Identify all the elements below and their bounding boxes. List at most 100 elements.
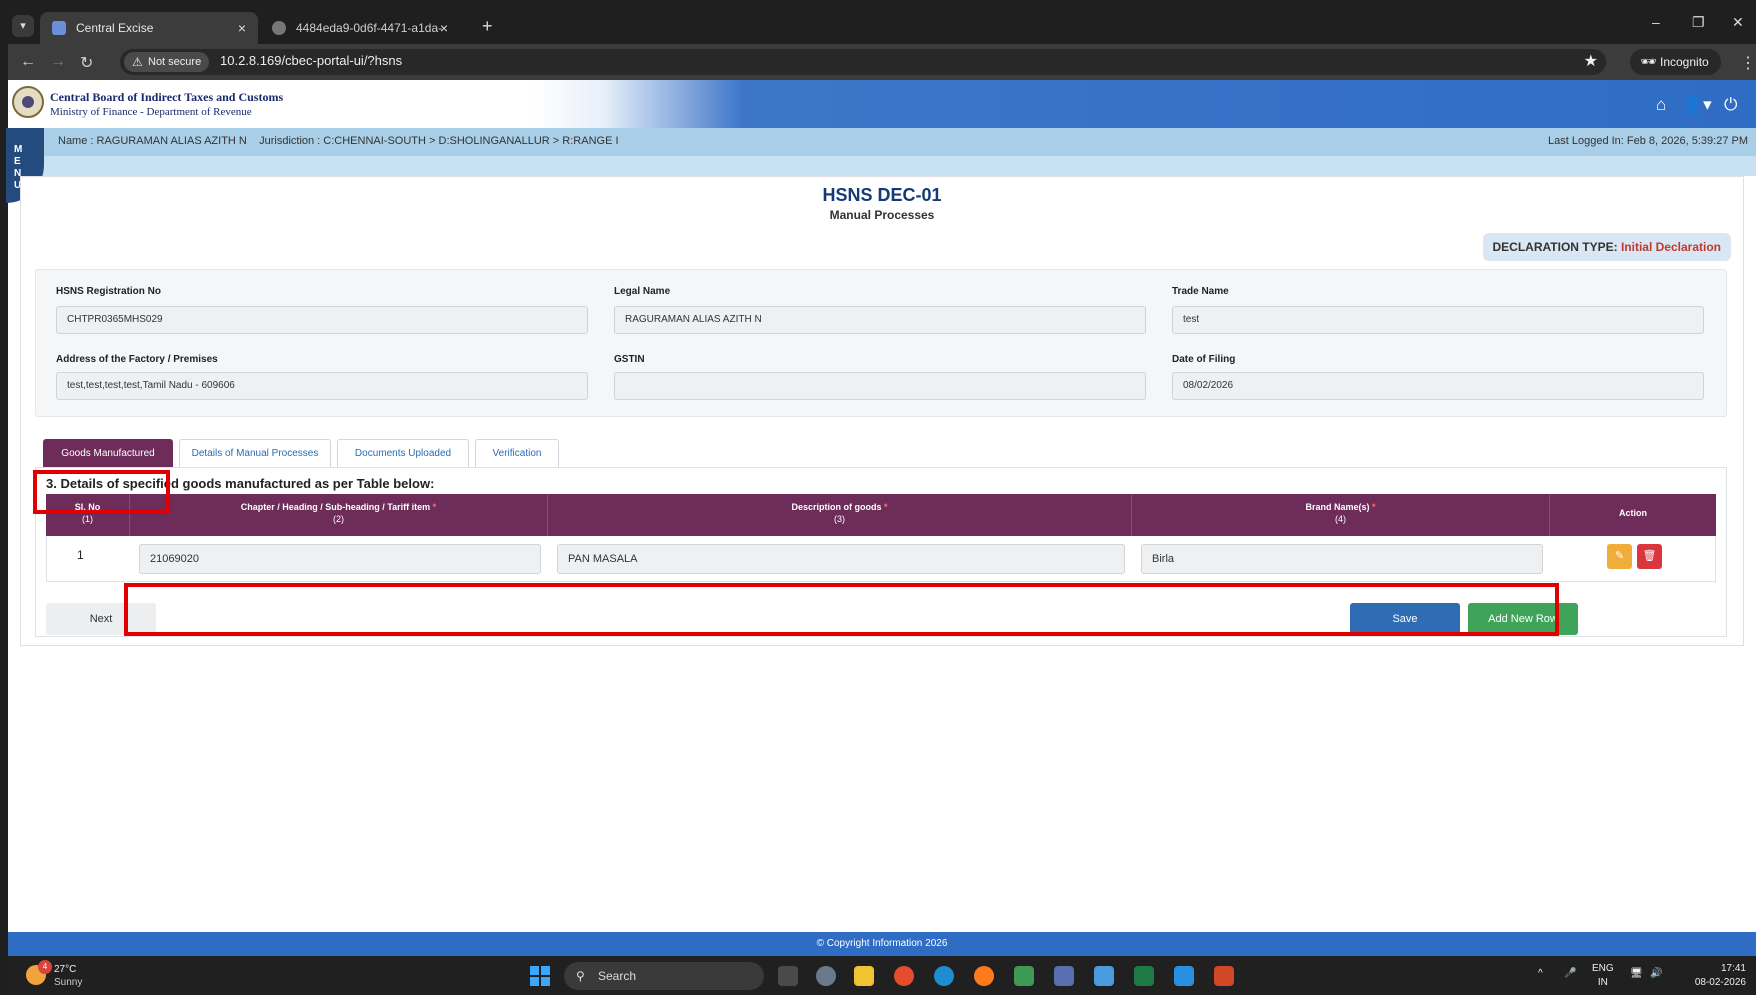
back-icon[interactable]: ←	[20, 53, 36, 71]
network-icon[interactable]: 🖥	[1630, 968, 1643, 979]
firefox-icon[interactable]	[974, 966, 994, 986]
browser-tab-title: Central Excise	[76, 21, 154, 35]
media-player-icon[interactable]	[1014, 966, 1034, 986]
weather-temperature: 27°C	[54, 964, 77, 975]
file-explorer-icon[interactable]	[854, 966, 874, 986]
legal-name-label: Legal Name	[614, 286, 671, 297]
jurisdiction: Jurisdiction : C:CHENNAI-SOUTH > D:SHOLI…	[259, 135, 619, 147]
search-icon: ⚲	[576, 969, 585, 983]
system-clock[interactable]: 17:41 08-02-2026	[1695, 962, 1746, 990]
word-pad-icon[interactable]	[1174, 966, 1194, 986]
declaration-type-value: Initial Declaration	[1620, 240, 1721, 254]
app-icon[interactable]	[1054, 966, 1074, 986]
browser-tabstrip: ▾ Central Excise × 4484eda9-0d6f-4471-a1…	[8, 8, 1756, 67]
trade-name-field[interactable]: test	[1172, 306, 1704, 334]
restore-icon[interactable]: ❐	[1692, 14, 1705, 31]
browser-tab[interactable]: 4484eda9-0d6f-4471-a1da-c6a ×	[260, 12, 460, 67]
url-text[interactable]: 10.2.8.169/cbec-portal-ui/?hsns	[220, 53, 402, 68]
reg-no-field[interactable]: CHTPR0365MHS029	[56, 306, 588, 334]
org-title: Central Board of Indirect Taxes and Cust…	[50, 90, 284, 104]
col-header-action: Action	[1619, 508, 1647, 518]
close-tab-icon[interactable]: ×	[238, 12, 246, 44]
taskbar-search[interactable]: ⚲ Search	[564, 962, 764, 990]
cbic-emblem-logo	[12, 86, 44, 118]
windows-start-icon[interactable]	[530, 966, 550, 986]
highlight-box-tab	[33, 470, 170, 514]
delete-trash-icon[interactable]: 🗑	[1637, 544, 1662, 569]
page-title: HSNS DEC-01	[822, 185, 942, 205]
globe-icon	[272, 21, 286, 35]
chrome-icon[interactable]	[894, 966, 914, 986]
notepad-icon[interactable]	[1094, 966, 1114, 986]
sl-no-cell: 1	[77, 548, 84, 562]
bookmark-star-icon[interactable]: ★	[1584, 51, 1598, 71]
main-content-card: HSNS DEC-01 Manual Processes DECLARATION…	[20, 176, 1744, 646]
settings-gear-icon[interactable]	[816, 966, 836, 986]
legal-name-field[interactable]: RAGURAMAN ALIAS AZITH N	[614, 306, 1146, 334]
language-indicator[interactable]: ENG IN	[1592, 962, 1614, 990]
microphone-icon[interactable]: 🎤	[1564, 968, 1576, 979]
weather-condition: Sunny	[54, 977, 83, 988]
goods-table-header: Sl. No (1) Chapter / Heading / Sub-headin…	[46, 494, 1716, 536]
site-favicon-icon	[52, 21, 66, 35]
site-header: Central Board of Indirect Taxes and Cust…	[8, 80, 1756, 128]
home-icon[interactable]: ⌂	[1656, 95, 1666, 115]
user-dropdown-icon[interactable]: 👤▾	[1682, 95, 1712, 115]
excel-icon[interactable]	[1134, 966, 1154, 986]
incognito-label: Incognito	[1660, 55, 1709, 69]
new-tab-button[interactable]: +	[482, 16, 493, 37]
tab-verification[interactable]: Verification	[475, 439, 559, 467]
col-header-brand-name: Brand Name(s) * (4)	[1132, 494, 1550, 536]
tab-goods-manufactured[interactable]: Goods Manufactured	[43, 439, 173, 467]
task-view-icon[interactable]	[778, 966, 798, 986]
powerpoint-icon[interactable]	[1214, 966, 1234, 986]
tab-search-dropdown[interactable]: ▾	[12, 15, 34, 37]
edit-pencil-icon[interactable]: ✎	[1607, 544, 1632, 569]
description-input[interactable]: PAN MASALA	[557, 544, 1125, 574]
page-subtitle: Manual Processes	[829, 208, 935, 222]
address-bar[interactable]: ⚠ Not secure 10.2.8.169/cbec-portal-ui/?…	[120, 49, 1606, 75]
org-subtitle: Ministry of Finance - Department of Reve…	[50, 106, 252, 118]
windows-taskbar: 4 27°C Sunny ⚲ Search ^ 🎤 ENG IN 🖥 🔊 17:4…	[8, 956, 1756, 995]
search-placeholder: Search	[598, 969, 637, 983]
forward-icon[interactable]: →	[50, 53, 66, 71]
address-label: Address of the Factory / Premises	[56, 354, 218, 365]
browser-window: ▾ Central Excise × 4484eda9-0d6f-4471-a1…	[6, 8, 1756, 995]
browser-tab-active[interactable]: Central Excise ×	[40, 12, 258, 44]
weather-badge: 4	[38, 960, 52, 974]
reg-no-label: HSNS Registration No	[56, 286, 162, 297]
incognito-badge[interactable]: 🕶 Incognito	[1630, 49, 1721, 75]
browser-menu-icon[interactable]: ⋮	[1740, 53, 1756, 73]
browser-toolbar: ← → ↻ ⚠ Not secure 10.2.8.169/cbec-porta…	[8, 44, 1756, 80]
address-field[interactable]: test,test,test,test,Tamil Nadu - 609606	[56, 372, 588, 400]
close-tab-icon[interactable]: ×	[440, 12, 448, 44]
volume-icon[interactable]: 🔊	[1650, 968, 1662, 979]
highlight-box-row	[124, 583, 1559, 636]
page-footer: © Copyright Information 2026	[8, 932, 1756, 956]
minimize-icon[interactable]: –	[1652, 14, 1660, 30]
user-name: Name : RAGURAMAN ALIAS AZITH N Jurisdict…	[58, 135, 619, 147]
last-logged-in: Last Logged In: Feb 8, 2026, 5:39:27 PM	[1548, 135, 1748, 147]
user-info-bar-lower	[8, 156, 1756, 176]
tariff-item-input[interactable]: 21069020	[139, 544, 541, 574]
security-label: Not secure	[148, 56, 202, 68]
col-header-tariff-item: Chapter / Heading / Sub-heading / Tariff…	[130, 494, 548, 536]
declaration-type-badge: DECLARATION TYPE: Initial Declaration	[1482, 233, 1731, 261]
reload-icon[interactable]: ↻	[80, 53, 93, 73]
brand-name-input[interactable]: Birla	[1141, 544, 1543, 574]
gstin-label: GSTIN	[614, 354, 645, 365]
user-info-bar: Name : RAGURAMAN ALIAS AZITH N Jurisdict…	[8, 128, 1756, 156]
show-hidden-icons-chevron-icon[interactable]: ^	[1538, 968, 1543, 979]
tab-documents-uploaded[interactable]: Documents Uploaded	[337, 439, 469, 467]
col-header-description: Description of goods * (3)	[548, 494, 1132, 536]
date-of-filing-field[interactable]: 08/02/2026	[1172, 372, 1704, 400]
security-chip[interactable]: ⚠ Not secure	[124, 52, 210, 72]
table-row: 1 21069020 PAN MASALA Birla ✎ 🗑	[46, 536, 1716, 582]
edge-icon[interactable]	[934, 966, 954, 986]
tab-details-of-manual-processes[interactable]: Details of Manual Processes	[179, 439, 331, 467]
warning-icon: ⚠	[132, 55, 143, 69]
gstin-field[interactable]	[614, 372, 1146, 400]
date-of-filing-label: Date of Filing	[1172, 354, 1236, 365]
close-window-icon[interactable]: ✕	[1732, 14, 1744, 31]
power-logout-icon[interactable]: ⏻	[1724, 95, 1737, 115]
